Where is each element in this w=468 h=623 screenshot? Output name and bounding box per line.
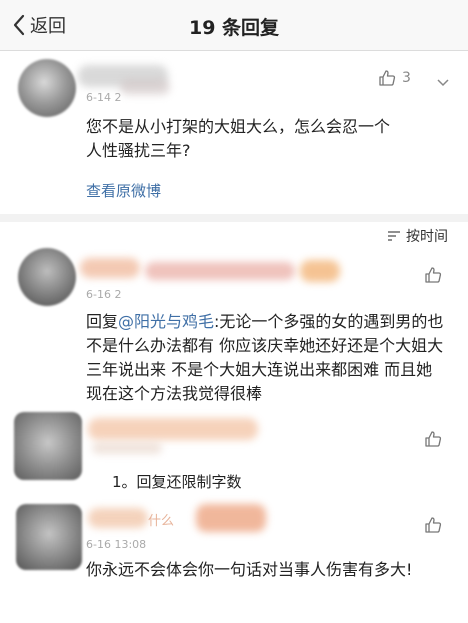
- nav-bar: 返回 19 条回复: [0, 0, 468, 51]
- mention-link[interactable]: @阳光与鸡毛: [118, 312, 214, 331]
- avatar[interactable]: [16, 504, 82, 570]
- username-blurred: [92, 442, 162, 454]
- sort-label: 按时间: [406, 229, 448, 245]
- username-fragment: 什么: [148, 514, 175, 529]
- reply-text: 你永远不会体会你一句话对当事人伤害有多大!: [86, 560, 413, 579]
- chevron-down-icon[interactable]: [436, 78, 450, 88]
- username-blurred[interactable]: [88, 508, 148, 528]
- username-blurred: [300, 260, 340, 282]
- page-title: 19 条回复: [188, 17, 280, 39]
- like-count: 3: [402, 70, 411, 86]
- reply-time: 6-16 13:08: [86, 538, 147, 551]
- comment-time: 6-14 2: [86, 91, 122, 104]
- like-button[interactable]: [424, 430, 442, 448]
- original-comment: 6-14 2 3 您不是从小打架的大姐大么，怎么会忍一个人性骚扰三年? 查看原微…: [0, 51, 468, 214]
- username-blurred: [145, 262, 295, 280]
- username-blurred[interactable]: [80, 258, 140, 278]
- like-button[interactable]: [424, 266, 442, 284]
- reply-text: 回复@阳光与鸡毛:无论一个多强的女的遇到男的也不是什么办法都有 你应该庆幸她还好…: [86, 310, 446, 406]
- avatar[interactable]: [18, 248, 76, 306]
- reply-list: 按时间 6-16 2 回复@阳光与鸡毛:无论一个多强的女的遇到男的也不是什么办法…: [0, 222, 468, 623]
- sort-button[interactable]: 按时间: [387, 226, 448, 246]
- username-blurred: [196, 504, 266, 532]
- avatar[interactable]: [18, 59, 76, 117]
- sort-icon: [388, 231, 400, 241]
- thumbs-up-icon: [425, 267, 442, 283]
- avatar[interactable]: [14, 412, 82, 480]
- username-blurred[interactable]: [88, 418, 258, 440]
- reply-prefix: 回复: [86, 312, 119, 331]
- thumbs-up-icon: [425, 431, 442, 447]
- username-blurred: [120, 79, 170, 95]
- comment-text: 您不是从小打架的大姐大么，怎么会忍一个人性骚扰三年?: [86, 117, 391, 160]
- thumbs-up-icon: [425, 517, 442, 533]
- reply-text: 1。回复还限制字数: [112, 473, 242, 491]
- like-button[interactable]: [424, 516, 442, 534]
- view-original-link[interactable]: 查看原微博: [86, 180, 161, 201]
- like-button[interactable]: 3: [378, 69, 411, 87]
- reply-time: 6-16 2: [86, 288, 122, 301]
- thumbs-up-icon: [379, 70, 396, 86]
